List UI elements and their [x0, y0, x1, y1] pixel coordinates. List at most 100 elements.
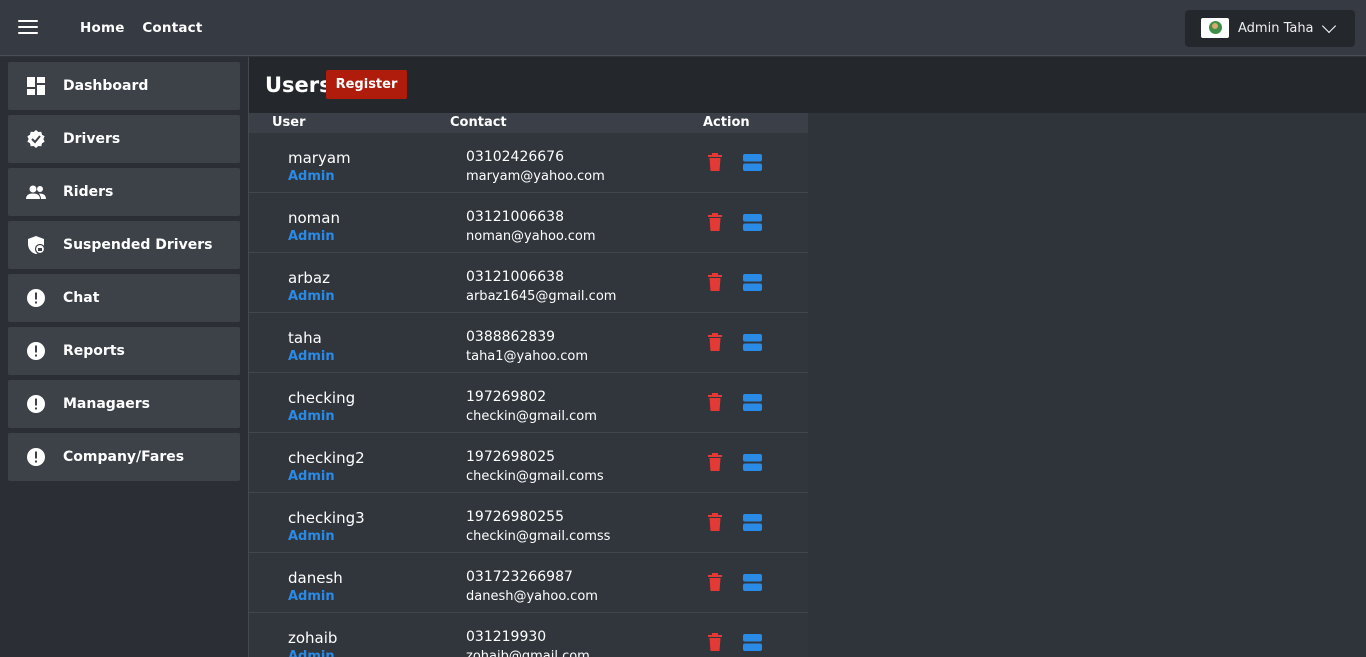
trash-icon[interactable] — [707, 573, 723, 591]
dashboard-icon — [27, 77, 45, 95]
trash-icon[interactable] — [707, 273, 723, 291]
trash-icon[interactable] — [707, 513, 723, 531]
sidebar-item-company-fares[interactable]: Company/Fares — [8, 433, 240, 481]
user-name-cell: checking — [288, 389, 356, 407]
user-role-cell: Admin — [288, 169, 335, 184]
people-icon — [26, 185, 46, 199]
user-name-cell: arbaz — [288, 269, 330, 287]
user-name-cell: checking3 — [288, 509, 365, 527]
user-name-cell: maryam — [288, 149, 351, 167]
user-name-cell: noman — [288, 209, 340, 227]
user-menu-button[interactable]: Admin Taha — [1185, 10, 1355, 47]
top-nav: Home Contact — [80, 20, 216, 36]
user-role-cell: Admin — [288, 529, 335, 544]
sidebar: Dashboard Drivers Riders Suspended Drive… — [0, 57, 249, 657]
phone-cell: 19726980255 — [466, 509, 564, 525]
sidebar-item-label: Riders — [63, 184, 114, 200]
email-cell: checkin@gmail.comss — [466, 529, 611, 544]
sidebar-item-label: Managaers — [63, 396, 150, 412]
user-role-cell: Admin — [288, 469, 335, 484]
column-header-action: Action — [703, 115, 750, 130]
phone-cell: 03121006638 — [466, 209, 564, 225]
nav-contact-link[interactable]: Contact — [142, 20, 202, 36]
users-table: User Contact Action maryam Admin 031024266… — [249, 113, 808, 657]
trash-icon[interactable] — [707, 393, 723, 411]
sidebar-item-managaers[interactable]: Managaers — [8, 380, 240, 428]
sidebar-item-label: Drivers — [63, 131, 121, 147]
page-title: Users — [265, 73, 332, 97]
email-cell: arbaz1645@gmail.com — [466, 289, 617, 304]
register-button[interactable]: Register — [326, 70, 407, 99]
top-bar: Home Contact Admin Taha — [0, 0, 1366, 56]
email-cell: danesh@yahoo.com — [466, 589, 598, 604]
email-cell: zohaib@gmail.com — [466, 649, 590, 657]
trash-icon[interactable] — [707, 633, 723, 651]
sidebar-item-label: Company/Fares — [63, 449, 185, 465]
email-cell: noman@yahoo.com — [466, 229, 596, 244]
user-name-cell: checking2 — [288, 449, 365, 467]
sidebar-item-label: Suspended Drivers — [63, 237, 213, 253]
menu-icon[interactable] — [18, 20, 38, 36]
nav-home-link[interactable]: Home — [80, 20, 125, 36]
verified-badge-icon — [27, 130, 45, 148]
storage-icon[interactable] — [743, 333, 762, 352]
phone-cell: 197269802 — [466, 389, 547, 405]
alert-circle-icon — [27, 342, 45, 360]
sidebar-item-suspended-drivers[interactable]: Suspended Drivers — [8, 221, 240, 269]
user-role-cell: Admin — [288, 229, 335, 244]
alert-circle-icon — [27, 448, 45, 466]
table-row: checking3 Admin 19726980255 checkin@gmail.c… — [249, 493, 808, 553]
table-row: taha Admin 0388862839 taha1@yahoo.com — [249, 313, 808, 373]
storage-icon[interactable] — [743, 393, 762, 412]
sidebar-item-riders[interactable]: Riders — [8, 168, 240, 216]
sidebar-item-label: Dashboard — [63, 78, 149, 94]
user-name-cell: zohaib — [288, 629, 338, 647]
email-cell: taha1@yahoo.com — [466, 349, 589, 364]
storage-icon[interactable] — [743, 453, 762, 472]
storage-icon[interactable] — [743, 153, 762, 172]
email-cell: checkin@gmail.com — [466, 409, 597, 424]
user-name-cell: taha — [288, 329, 322, 347]
phone-cell: 031219930 — [466, 629, 547, 645]
sidebar-item-label: Reports — [63, 343, 125, 359]
shield-lock-icon — [28, 236, 46, 255]
column-header-contact: Contact — [450, 115, 507, 130]
table-row: noman Admin 03121006638 noman@yahoo.com — [249, 193, 808, 253]
page-header: Users Register — [249, 57, 1366, 113]
table-row: checking Admin 197269802 checkin@gmail.com — [249, 373, 808, 433]
storage-icon[interactable] — [743, 633, 762, 652]
user-name-cell: danesh — [288, 569, 343, 587]
table-row: arbaz Admin 03121006638 arbaz1645@gmail.com — [249, 253, 808, 313]
alert-circle-icon — [27, 395, 45, 413]
trash-icon[interactable] — [707, 333, 723, 351]
trash-icon[interactable] — [707, 453, 723, 471]
user-role-cell: Admin — [288, 649, 335, 657]
column-header-user: User — [272, 115, 306, 130]
table-row: danesh Admin 031723266987 danesh@yahoo.com — [249, 553, 808, 613]
sidebar-item-label: Chat — [63, 290, 100, 306]
table-row: maryam Admin 03102426676 maryam@yahoo.com — [249, 133, 808, 193]
chevron-down-icon — [1321, 18, 1337, 34]
table-row: checking2 Admin 1972698025 checkin@gmail.co… — [249, 433, 808, 493]
storage-icon[interactable] — [743, 273, 762, 292]
phone-cell: 031723266987 — [466, 569, 573, 585]
storage-icon[interactable] — [743, 513, 762, 532]
trash-icon[interactable] — [707, 213, 723, 231]
phone-cell: 03102426676 — [466, 149, 564, 165]
storage-icon[interactable] — [743, 213, 762, 232]
avatar — [1201, 18, 1229, 38]
user-role-cell: Admin — [288, 409, 335, 424]
phone-cell: 03121006638 — [466, 269, 564, 285]
phone-cell: 1972698025 — [466, 449, 556, 465]
sidebar-item-reports[interactable]: Reports — [8, 327, 240, 375]
trash-icon[interactable] — [707, 153, 723, 171]
user-name: Admin Taha — [1238, 21, 1314, 36]
sidebar-item-chat[interactable]: Chat — [8, 274, 240, 322]
alert-circle-icon — [27, 289, 45, 307]
user-role-cell: Admin — [288, 349, 335, 364]
user-role-cell: Admin — [288, 289, 335, 304]
sidebar-item-drivers[interactable]: Drivers — [8, 115, 240, 163]
sidebar-item-dashboard[interactable]: Dashboard — [8, 62, 240, 110]
storage-icon[interactable] — [743, 573, 762, 592]
email-cell: checkin@gmail.coms — [466, 469, 604, 484]
